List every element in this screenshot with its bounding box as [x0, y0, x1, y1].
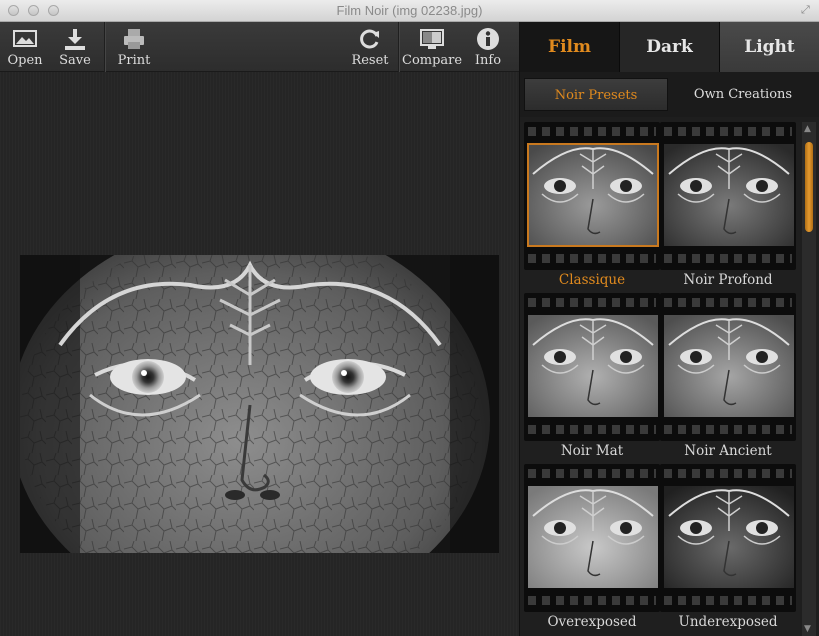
preset-item[interactable]: Noir Mat: [524, 293, 660, 463]
film-strip-frame: [524, 122, 660, 270]
preset-label: Classique: [558, 272, 626, 288]
preset-grid: Classique Noir Profond Noir Mat Noir Ancien…: [520, 122, 800, 636]
download-icon: [65, 29, 85, 50]
scrollbar-thumb[interactable]: [805, 142, 813, 232]
preset-scrollbar[interactable]: ▲ ▼: [802, 122, 816, 636]
compare-label: Compare: [402, 53, 462, 68]
compare-button[interactable]: Compare: [402, 22, 462, 72]
info-icon: [477, 28, 499, 50]
preset-item[interactable]: Classique: [524, 122, 660, 292]
preset-thumbnail[interactable]: [528, 486, 658, 588]
presets-panel: Film Noirs Dark Room Light Paint Noir Pr…: [519, 22, 819, 636]
print-label: Print: [117, 53, 151, 68]
image-canvas[interactable]: [0, 72, 519, 636]
panel-tabs: Film Noirs Dark Room Light Paint: [520, 22, 819, 107]
preset-thumbnail[interactable]: [664, 486, 794, 588]
tab-dark-room[interactable]: Dark Room: [620, 22, 720, 107]
editor-area: Open Save Print Reset Compare Info: [0, 22, 519, 636]
preset-thumbnail[interactable]: [664, 144, 794, 246]
printer-icon: [124, 29, 144, 49]
film-perforations: [664, 425, 792, 434]
masked-face-photo: [20, 255, 499, 553]
info-label: Info: [474, 53, 502, 68]
film-perforations: [664, 127, 792, 136]
subtab-noir-presets[interactable]: Noir Presets: [524, 78, 668, 111]
film-strip-frame: [660, 122, 796, 270]
reset-button[interactable]: Reset: [348, 22, 392, 72]
preset-item[interactable]: Overexposed: [524, 464, 660, 634]
preset-thumbnail[interactable]: [527, 143, 659, 247]
print-button[interactable]: Print: [112, 22, 156, 72]
preset-label: Noir Profond: [683, 272, 773, 288]
preset-label: Underexposed: [678, 614, 778, 630]
preset-item[interactable]: Noir Profond: [660, 122, 796, 292]
save-button[interactable]: Save: [54, 22, 96, 72]
film-strip-frame: [660, 293, 796, 441]
subtab-own-creations[interactable]: Own Creations: [670, 78, 816, 111]
preset-item[interactable]: Noir Ancient: [660, 293, 796, 463]
preset-item[interactable]: Underexposed: [660, 464, 796, 634]
film-perforations: [664, 469, 792, 478]
preset-label: Noir Mat: [560, 443, 624, 459]
image-open-icon: [13, 30, 37, 47]
save-label: Save: [59, 53, 91, 68]
tab-film-noirs[interactable]: Film Noirs: [520, 22, 620, 107]
film-perforations: [664, 596, 792, 605]
toolbar-divider: [398, 22, 400, 72]
tab-light-paint[interactable]: Light Paint: [720, 22, 819, 107]
film-perforations: [664, 298, 792, 307]
preset-thumbnail[interactable]: [664, 315, 794, 417]
film-perforations: [528, 127, 656, 136]
film-perforations: [528, 298, 656, 307]
fullscreen-icon[interactable]: ⤢: [801, 4, 813, 16]
film-strip-frame: [660, 464, 796, 612]
info-button[interactable]: Info: [470, 22, 506, 72]
open-button[interactable]: Open: [4, 22, 46, 72]
scroll-down-icon[interactable]: ▼: [804, 624, 811, 634]
refresh-icon: [360, 29, 379, 49]
reset-label: Reset: [351, 53, 389, 68]
film-perforations: [664, 254, 792, 263]
open-label: Open: [7, 53, 43, 68]
main-photo[interactable]: [20, 255, 499, 553]
film-perforations: [528, 254, 656, 263]
scroll-up-icon[interactable]: ▲: [804, 124, 811, 134]
toolbar-divider: [104, 22, 106, 72]
film-perforations: [528, 425, 656, 434]
film-strip-frame: [524, 464, 660, 612]
preset-label: Noir Ancient: [684, 443, 772, 459]
title-bar: Film Noir (img 02238.jpg) ⤢: [0, 0, 819, 22]
toolbar: Open Save Print Reset Compare Info: [0, 22, 519, 72]
film-perforations: [528, 469, 656, 478]
compare-monitor-icon: [420, 29, 444, 49]
window-title: Film Noir (img 02238.jpg): [336, 3, 483, 18]
film-strip-frame: [524, 293, 660, 441]
preset-thumbnail[interactable]: [528, 315, 658, 417]
film-perforations: [528, 596, 656, 605]
preset-label: Overexposed: [547, 614, 637, 630]
sub-tabs: Noir Presets Own Creations: [520, 72, 819, 117]
